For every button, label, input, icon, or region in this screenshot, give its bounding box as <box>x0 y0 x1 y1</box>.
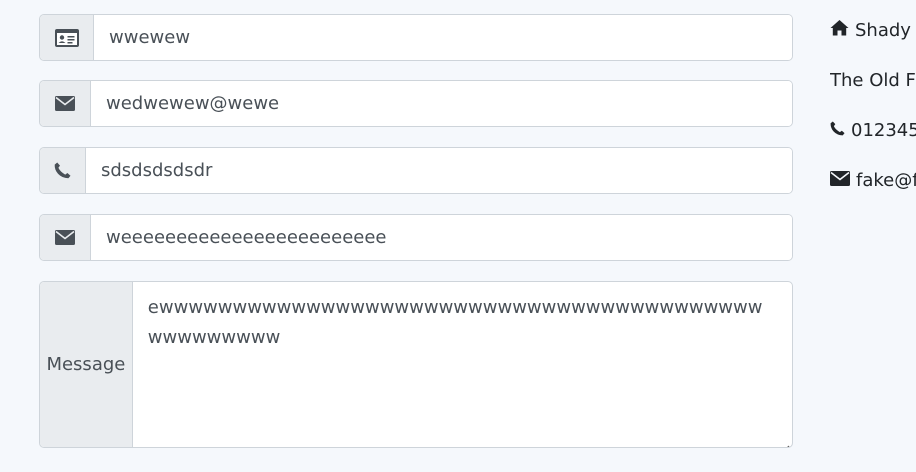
contact-phone: 012345 <box>830 117 916 143</box>
phone-field[interactable]: sdsdsdsdsdr <box>86 148 792 193</box>
contact-email: fake@f <box>830 167 916 193</box>
message-input-group: Message ewwwwwwwwwwwwwwwwwwwwwwwwwwwwwww… <box>39 281 793 448</box>
subject-input-group: weeeeeeeeeeeeeeeeeeeeeeee <box>39 214 793 261</box>
contact-address-line1: Shady I <box>830 17 916 43</box>
envelope-icon <box>55 96 75 111</box>
email-addon <box>40 81 91 126</box>
envelope-icon <box>830 170 856 191</box>
id-card-icon <box>54 28 79 47</box>
home-icon <box>830 19 855 41</box>
name-addon <box>40 15 94 60</box>
contact-address-line2: The Old F <box>830 67 916 93</box>
resize-handle-icon[interactable] <box>780 435 790 447</box>
contact-phone-text: 012345 <box>851 119 916 141</box>
name-field[interactable]: wwewew <box>94 15 792 60</box>
phone-input-group: sdsdsdsdsdr <box>39 147 793 194</box>
phone-icon <box>830 120 851 141</box>
email-field[interactable]: wedwewew@wewe <box>91 81 792 126</box>
phone-icon <box>54 162 71 179</box>
address-line1-text: Shady I <box>855 19 916 41</box>
email-input-group: wedwewew@wewe <box>39 80 793 127</box>
contact-email-text[interactable]: fake@f <box>856 170 916 191</box>
message-textarea[interactable]: ewwwwwwwwwwwwwwwwwwwwwwwwwwwwwwwwwwwwwww… <box>133 282 792 447</box>
subject-field[interactable]: weeeeeeeeeeeeeeeeeeeeeeee <box>91 215 792 260</box>
contact-form: wwewew wedwewew@wewe sdsdsdsdsdr weeeeee… <box>39 14 793 448</box>
name-input-group: wwewew <box>39 14 793 61</box>
message-text: ewwwwwwwwwwwwwwwwwwwwwwwwwwwwwwwwwwwwwww… <box>147 297 763 348</box>
subject-addon <box>40 215 91 260</box>
envelope-icon <box>55 230 75 245</box>
address-line2-text: The Old F <box>830 69 916 91</box>
phone-addon <box>40 148 86 193</box>
contact-info: Shady I The Old F 012345 fake@f <box>830 17 916 217</box>
message-label: Message <box>40 282 133 447</box>
